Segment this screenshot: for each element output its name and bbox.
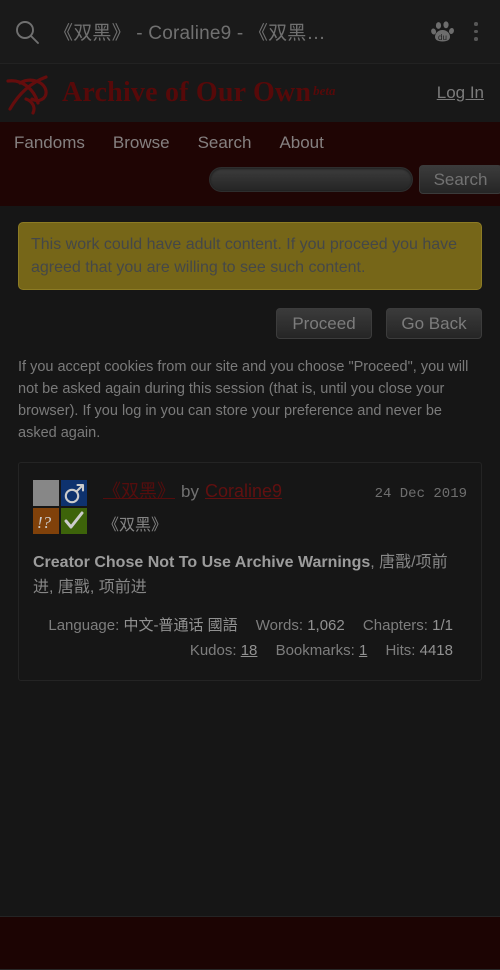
stat-chapters-value: 1/1 <box>432 616 453 634</box>
site-search-input[interactable] <box>209 167 413 192</box>
stat-bookmarks-label: Bookmarks: <box>275 642 355 660</box>
browser-toolbar: 《双黑》 - Coraline9 - 《双黑… du <box>0 0 500 64</box>
site-header: Archive of Our Own beta Log In <box>0 64 500 122</box>
site-search-row: Search <box>0 162 500 206</box>
nav-item-search[interactable]: Search <box>198 133 252 153</box>
kebab-dot <box>474 37 478 41</box>
nav-item-about[interactable]: About <box>279 133 323 153</box>
login-link[interactable]: Log In <box>437 83 484 103</box>
brand-title: Archive of Our Own <box>62 77 312 108</box>
stat-kudos-value[interactable]: 18 <box>241 642 258 659</box>
stat-kudos-label: Kudos: <box>189 642 237 660</box>
required-tags: !? <box>33 480 89 535</box>
site-brand[interactable]: Archive of Our Own beta <box>4 69 437 117</box>
svg-text:!?: !? <box>37 513 52 532</box>
work-date: 24 Dec 2019 <box>374 486 467 503</box>
kebab-menu-icon[interactable] <box>466 19 486 45</box>
by-label: by <box>181 482 199 502</box>
nav-item-fandoms[interactable]: Fandoms <box>14 133 85 153</box>
site-brand-text: Archive of Our Own beta <box>62 77 336 109</box>
work-author-link[interactable]: Coraline9 <box>205 481 282 502</box>
work-card[interactable]: !? 《双黑》 by Coraline9 24 Dec 2019 《双黑》 Cr… <box>18 462 482 681</box>
work-tags: Creator Chose Not To Use Archive Warning… <box>33 551 467 601</box>
work-warning-tag[interactable]: Creator Chose Not To Use Archive Warning… <box>33 554 370 571</box>
nav-item-browse[interactable]: Browse <box>113 133 170 153</box>
brand-beta-label: beta <box>313 82 336 98</box>
stat-chapters: Chapters: 1/1 <box>363 617 453 634</box>
stat-language-label: Language: <box>48 616 120 634</box>
warning-choose-not-to-use-icon[interactable]: !? <box>33 508 59 535</box>
stat-chapters-label: Chapters: <box>362 616 428 634</box>
stat-bookmarks: Bookmarks: 1 <box>276 642 372 659</box>
stat-hits-label: Hits: <box>385 642 416 660</box>
stat-words-label: Words: <box>255 616 304 634</box>
nav-menu: Fandoms Browse Search About <box>0 122 500 162</box>
url-text[interactable]: 《双黑》 - Coraline9 - 《双黑… <box>54 18 424 45</box>
work-title-link[interactable]: 《双黑》 <box>103 477 175 503</box>
stat-kudos: Kudos: 18 <box>190 642 262 659</box>
ao3-logo-icon <box>4 69 66 117</box>
search-icon[interactable] <box>14 19 40 45</box>
main-content: This work could have adult content. If y… <box>0 206 500 681</box>
kebab-dot <box>474 22 478 26</box>
work-stats: Language: 中文-普通话 國語 Words: 1,062 Chapter… <box>33 613 467 664</box>
category-mm-icon[interactable] <box>61 480 87 507</box>
work-fandom[interactable]: 《双黑》 <box>103 511 467 535</box>
cookie-note: If you accept cookies from our site and … <box>18 359 469 441</box>
stat-words-value: 1,062 <box>307 616 345 634</box>
site-footer <box>0 916 500 970</box>
svg-text:du: du <box>438 33 447 42</box>
work-heading: 《双黑》 by Coraline9 24 Dec 2019 《双黑》 <box>103 477 467 535</box>
primary-navigation: Fandoms Browse Search About Search <box>0 122 500 206</box>
stat-hits-value: 4418 <box>419 642 453 660</box>
notice-actions: Proceed Go Back <box>18 308 482 340</box>
proceed-button[interactable]: Proceed <box>276 308 372 340</box>
work-title-row: 《双黑》 by Coraline9 24 Dec 2019 <box>103 477 467 503</box>
complete-work-icon[interactable] <box>61 508 87 535</box>
rating-not-rated-icon[interactable] <box>33 480 59 507</box>
adult-content-notice: This work could have adult content. If y… <box>18 222 482 291</box>
kebab-dot <box>474 29 478 34</box>
stat-bookmarks-value[interactable]: 1 <box>359 642 367 659</box>
go-back-button[interactable]: Go Back <box>386 308 482 340</box>
stat-hits: Hits: 4418 <box>385 642 453 659</box>
baidu-paw-icon[interactable]: du <box>430 19 456 45</box>
site-search-button[interactable]: Search <box>419 165 500 194</box>
stat-language-value: 中文-普通话 國語 <box>123 616 238 634</box>
stat-words: Words: 1,062 <box>256 617 349 634</box>
work-header-row: !? 《双黑》 by Coraline9 24 Dec 2019 《双黑》 <box>33 477 467 535</box>
stat-language: Language: 中文-普通话 國語 <box>48 617 241 634</box>
